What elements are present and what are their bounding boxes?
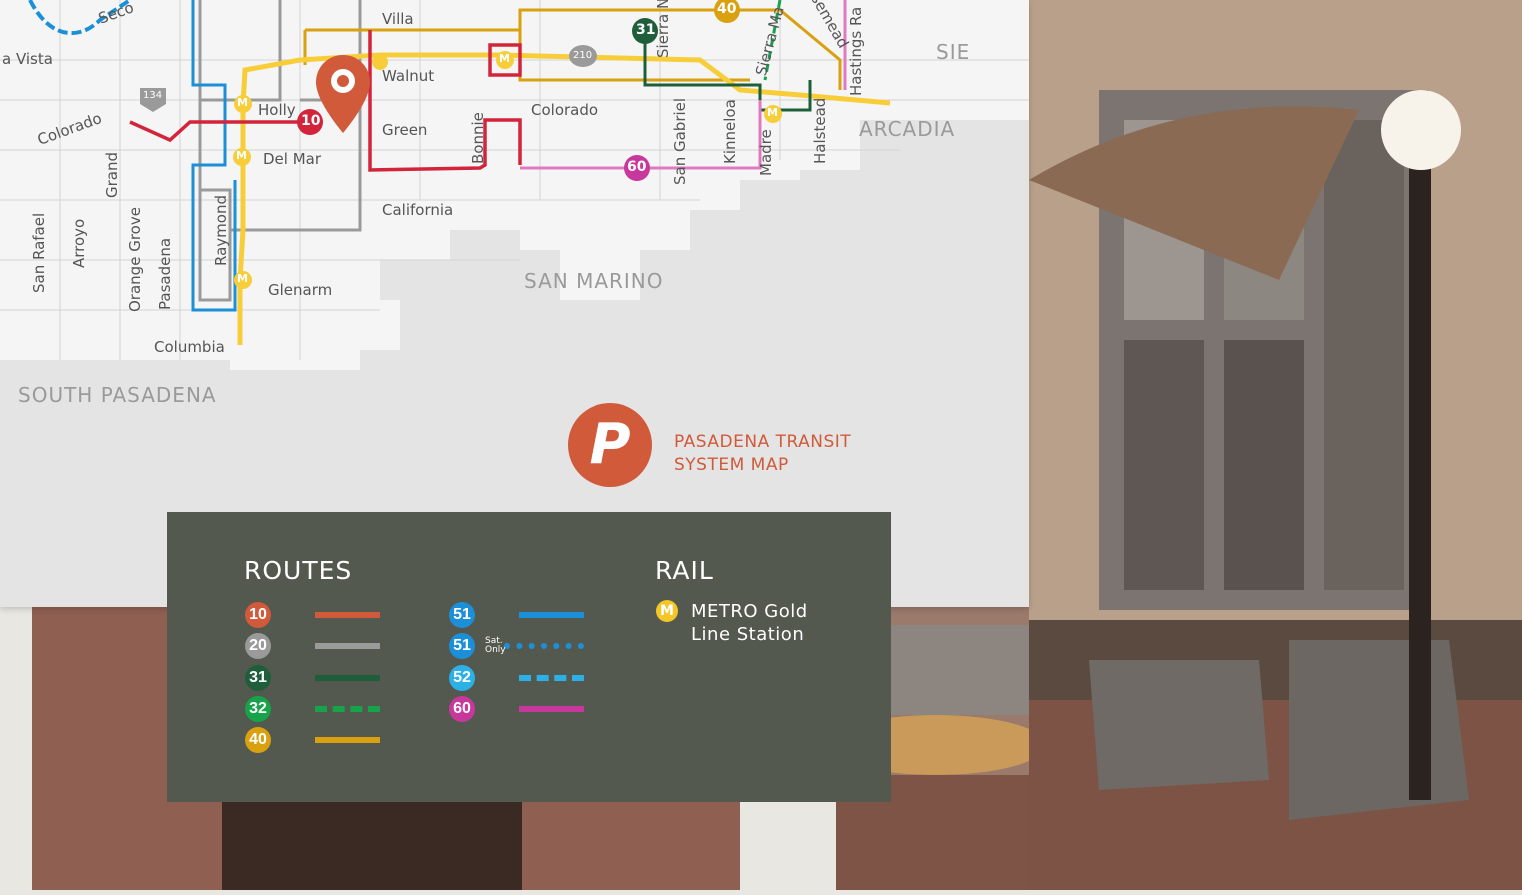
route-marker-60: 60 (627, 159, 647, 175)
route-line-51 (519, 612, 584, 618)
street-label-walnut: Walnut (382, 67, 435, 85)
route-line-52 (519, 675, 584, 681)
street-label-arroyo: Arroyo (70, 218, 88, 268)
street-label-halstead: Halstead (811, 97, 829, 164)
street-label-vista: a Vista (2, 50, 53, 68)
street-label-sierra-north: Sierra N (654, 0, 672, 58)
map-legend: ROUTES RAIL 10 20 31 32 40 51 51 Sat. Only 52 60 M… (167, 512, 891, 802)
route-marker-31: 31 (636, 22, 656, 38)
metro-station-icon: M (237, 272, 248, 285)
brand-title-line2: SYSTEM MAP (674, 455, 789, 475)
street-label-pasadena: Pasadena (156, 237, 174, 310)
street-label-san-gabriel: San Gabriel (671, 97, 689, 185)
pasadena-transit-logo-icon: P (568, 403, 652, 487)
street-label-hastings: Hastings Ra (847, 6, 865, 96)
street-label-orange-grove: Orange Grove (126, 207, 144, 312)
route-badge-51: 51 (449, 633, 475, 659)
street-label-green: Green (382, 121, 428, 139)
street-label-villa: Villa (382, 10, 414, 28)
route-badge-52: 52 (449, 665, 475, 691)
city-label-san-marino: SAN MARINO (524, 269, 664, 293)
patio-photo-right (1029, 0, 1522, 890)
rail-heading: RAIL (655, 556, 714, 585)
street-label-columbia: Columbia (154, 338, 225, 356)
highway-134-label: 134 (143, 90, 163, 101)
rail-label: METRO Gold Line Station (691, 600, 808, 646)
route-line-60 (519, 706, 584, 712)
saturday-note-line2: Only (485, 645, 506, 655)
metro-station-icon: M (767, 106, 778, 119)
street-label-del-mar: Del Mar (263, 150, 322, 168)
highway-210-label: 210 (573, 50, 593, 61)
street-label-san-rafael: San Rafael (30, 212, 48, 293)
route-line-10 (315, 612, 380, 618)
brand-title-line1: PASADENA TRANSIT (674, 432, 852, 452)
route-badge-10: 10 (245, 602, 271, 628)
street-label-glenarm: Glenarm (268, 281, 333, 299)
route-line-51 (504, 643, 584, 649)
route-badge-32: 32 (245, 696, 271, 722)
route-badge-51: 51 (449, 602, 475, 628)
metro-station-icon: M (499, 52, 510, 65)
metro-station-icon: M (656, 600, 678, 622)
city-label-arcadia: ARCADIA (859, 117, 956, 141)
patio-photo-scene (1029, 0, 1522, 890)
saturday-only-note: Sat. Only (485, 637, 506, 655)
route-badge-60: 60 (449, 696, 475, 722)
street-label-madre: Madre (757, 129, 775, 176)
street-label-bonnie: Bonnie (469, 112, 487, 164)
metro-station-icon: M (237, 96, 248, 109)
route-line-32 (315, 706, 380, 712)
street-label-holly: Holly (258, 101, 296, 119)
street-label-raymond: Raymond (212, 195, 230, 266)
route-marker-10: 10 (301, 113, 321, 129)
city-label-south-pasadena: SOUTH PASADENA (18, 383, 217, 407)
brand-title: PASADENA TRANSIT SYSTEM MAP (674, 431, 851, 477)
routes-heading: ROUTES (244, 556, 353, 585)
route-marker-40: 40 (717, 1, 737, 17)
metro-station-icon: M (236, 149, 247, 162)
rail-label-line1: METRO Gold (691, 601, 808, 622)
route-line-20 (315, 643, 380, 649)
route-badge-31: 31 (245, 665, 271, 691)
route-badge-20: 20 (245, 633, 271, 659)
route-line-31 (315, 675, 380, 681)
street-label-colorado-east: Colorado (531, 101, 599, 119)
rail-label-line2: Line Station (691, 624, 805, 645)
street-label-california: California (382, 201, 454, 219)
street-label-kinneloa: Kinneloa (721, 99, 739, 164)
route-line-40 (315, 737, 380, 743)
city-label-sierra-madre: SIE (936, 40, 971, 64)
brand-block: P PASADENA TRANSIT SYSTEM MAP (568, 403, 898, 487)
route-badge-40: 40 (245, 727, 271, 753)
street-label-grand: Grand (103, 151, 121, 198)
